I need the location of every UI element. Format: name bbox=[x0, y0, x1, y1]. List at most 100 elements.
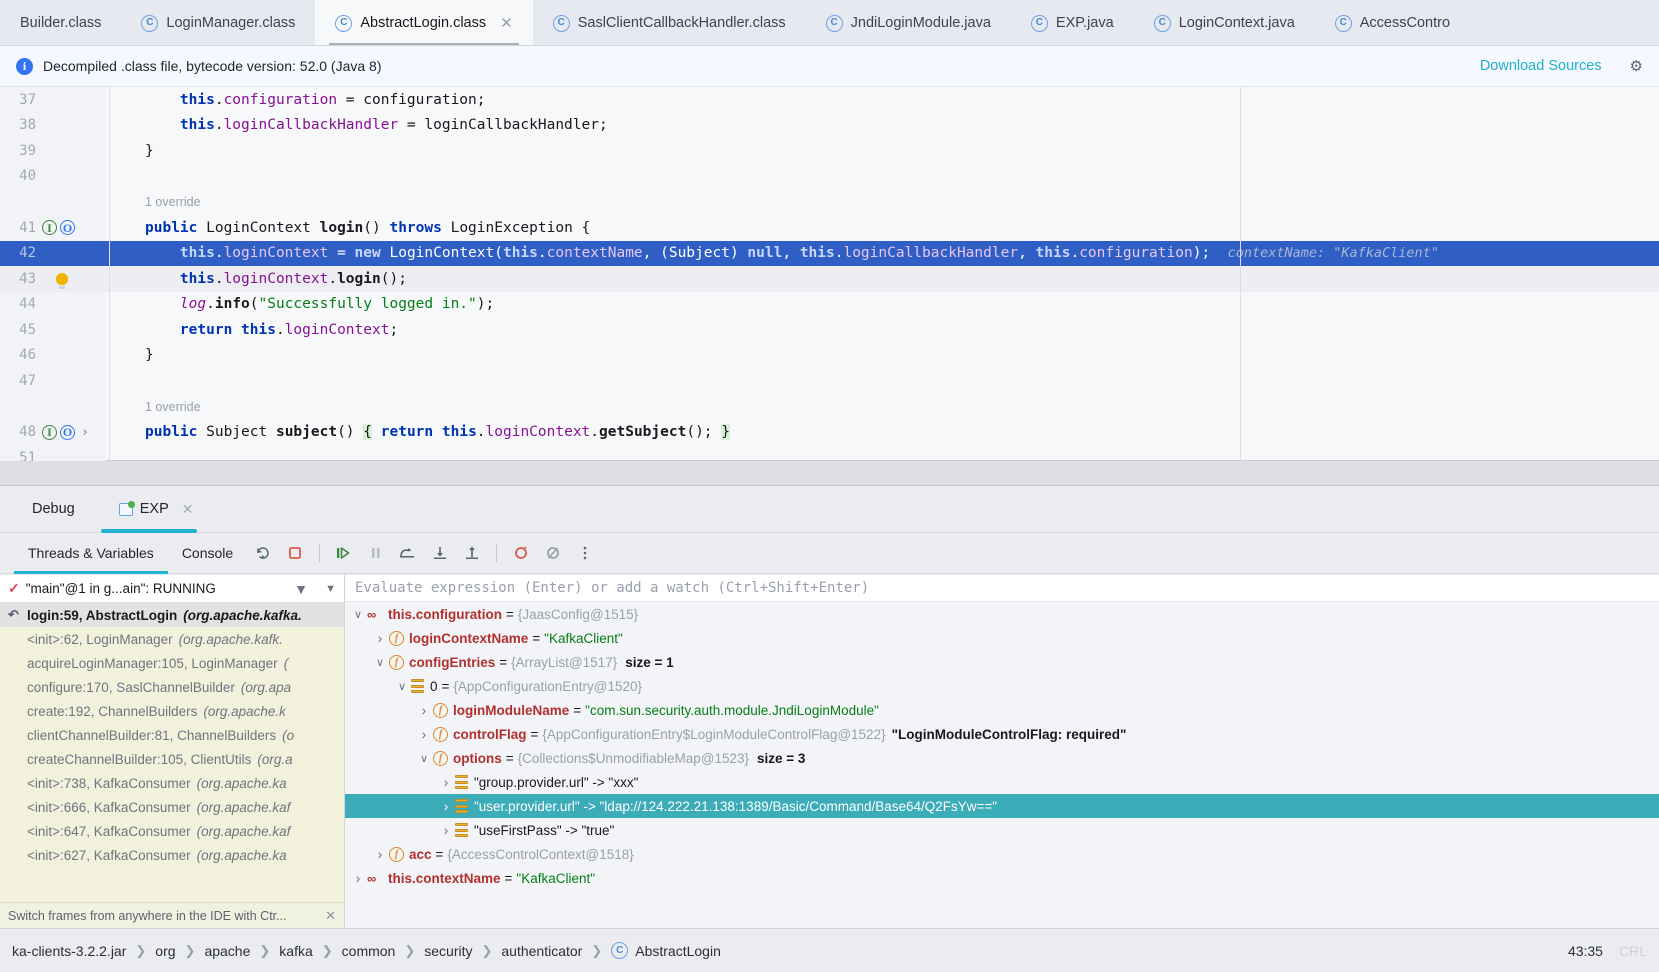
variable-row[interactable]: f loginContextName = "KafkaClient" bbox=[345, 626, 1659, 650]
breadcrumb-item-common[interactable]: common bbox=[342, 943, 396, 959]
frame-row[interactable]: <init>:666, KafkaConsumer (org.apache.ka… bbox=[0, 795, 344, 819]
chevron-right-icon[interactable] bbox=[415, 726, 433, 742]
breadcrumb-item-jar[interactable]: ka-clients-3.2.2.jar bbox=[12, 943, 126, 959]
filter-icon[interactable]: ▼ bbox=[294, 581, 309, 597]
overridden-method-icon[interactable]: O bbox=[60, 220, 75, 236]
code-row[interactable]: 45 return this.loginContext; bbox=[0, 317, 1659, 343]
download-sources-link[interactable]: Download Sources bbox=[1480, 58, 1602, 74]
chevron-down-icon[interactable]: ▼ bbox=[325, 583, 336, 595]
line-separator[interactable]: CRL bbox=[1619, 943, 1647, 959]
implementing-method-icon[interactable]: I bbox=[42, 424, 57, 440]
editor-collapsed-region[interactable] bbox=[0, 461, 1659, 485]
variable-row[interactable]: ∞ this.contextName = "KafkaClient" bbox=[345, 866, 1659, 890]
evaluate-expression-input[interactable]: Evaluate expression (Enter) or add a wat… bbox=[345, 575, 1659, 602]
code-row[interactable]: 48 I O › public Subject subject() { retu… bbox=[0, 420, 1659, 446]
chevron-down-icon[interactable] bbox=[415, 752, 433, 765]
editor-tab-saslclientcallbackhandler[interactable]: C SaslClientCallbackHandler.class bbox=[533, 0, 806, 45]
chevron-right-icon[interactable] bbox=[415, 702, 433, 718]
code-row[interactable]: 44 log.info("Successfully logged in."); bbox=[0, 292, 1659, 318]
editor-tab-exp[interactable]: C EXP.java bbox=[1011, 0, 1134, 45]
editor-tab-abstractlogin[interactable]: C AbstractLogin.class ✕ bbox=[315, 0, 533, 45]
chevron-right-icon[interactable] bbox=[437, 774, 455, 790]
subtab-threads-variables[interactable]: Threads & Variables bbox=[14, 533, 168, 574]
intention-bulb-icon[interactable] bbox=[56, 272, 68, 289]
variable-row[interactable]: "useFirstPass" -> "true" bbox=[345, 818, 1659, 842]
chevron-right-icon[interactable] bbox=[371, 846, 389, 862]
variable-row-selected[interactable]: "user.provider.url" -> "ldap://124.222.2… bbox=[345, 794, 1659, 818]
code-row[interactable]: 47 bbox=[0, 368, 1659, 394]
frame-row[interactable]: <init>:62, LoginManager (org.apache.kafk… bbox=[0, 627, 344, 651]
breadcrumb-item-security[interactable]: security bbox=[424, 943, 472, 959]
variable-row[interactable]: 0 = {AppConfigurationEntry@1520} bbox=[345, 674, 1659, 698]
code-row[interactable]: 43 this.loginContext.login(); bbox=[0, 266, 1659, 292]
mute-breakpoints-icon[interactable] bbox=[506, 538, 536, 568]
breadcrumb-item-authenticator[interactable]: authenticator bbox=[501, 943, 582, 959]
view-breakpoints-icon[interactable] bbox=[538, 538, 568, 568]
expand-chevron-icon[interactable]: › bbox=[81, 425, 89, 440]
more-options-icon[interactable] bbox=[570, 538, 600, 568]
code-row[interactable]: 40 bbox=[0, 164, 1659, 190]
breadcrumb-item-abstractlogin[interactable]: AbstractLogin bbox=[635, 943, 721, 959]
override-inlay-hint[interactable]: 1 override bbox=[106, 400, 1659, 414]
breadcrumb-item-kafka[interactable]: kafka bbox=[279, 943, 312, 959]
debug-tab-debug[interactable]: Debug bbox=[14, 486, 93, 533]
chevron-right-icon[interactable] bbox=[437, 798, 455, 814]
editor-tab-loginmanager[interactable]: C LoginManager.class bbox=[121, 0, 315, 45]
gear-icon[interactable]: ⚙ bbox=[1630, 57, 1643, 75]
caret-position[interactable]: 43:35 bbox=[1568, 943, 1603, 959]
frame-row[interactable]: create:192, ChannelBuilders (org.apache.… bbox=[0, 699, 344, 723]
implementing-method-icon[interactable]: I bbox=[42, 220, 57, 236]
thread-selector[interactable]: ✓ "main"@1 in g...ain": RUNNING ▼ ▼ bbox=[0, 575, 344, 603]
variable-row[interactable]: f controlFlag = {AppConfigurationEntry$L… bbox=[345, 722, 1659, 746]
breadcrumb-item-org[interactable]: org bbox=[155, 943, 175, 959]
override-inlay-hint[interactable]: 1 override bbox=[106, 195, 1659, 209]
overridden-method-icon[interactable]: O bbox=[60, 424, 75, 440]
variable-row[interactable]: f configEntries = {ArrayList@1517} size … bbox=[345, 650, 1659, 674]
variable-row[interactable]: ∞ this.configuration = {JaasConfig@1515} bbox=[345, 602, 1659, 626]
close-icon[interactable]: ✕ bbox=[500, 16, 513, 31]
frame-row[interactable]: acquireLoginManager:105, LoginManager ( bbox=[0, 651, 344, 675]
chevron-right-icon[interactable] bbox=[371, 630, 389, 646]
chevron-right-icon[interactable] bbox=[437, 822, 455, 838]
variable-row[interactable]: f loginModuleName = "com.sun.security.au… bbox=[345, 698, 1659, 722]
debug-tab-exp[interactable]: EXP ✕ bbox=[100, 486, 212, 533]
resume-icon[interactable] bbox=[329, 538, 359, 568]
code-row[interactable]: 39 } bbox=[0, 138, 1659, 164]
variable-row[interactable]: "group.provider.url" -> "xxx" bbox=[345, 770, 1659, 794]
variable-row[interactable]: f acc = {AccessControlContext@1518} bbox=[345, 842, 1659, 866]
editor-tab-logincontext[interactable]: C LoginContext.java bbox=[1134, 0, 1315, 45]
pause-icon[interactable] bbox=[361, 538, 391, 568]
subtab-console[interactable]: Console bbox=[168, 533, 247, 574]
code-row[interactable]: 38 this.loginCallbackHandler = loginCall… bbox=[0, 113, 1659, 139]
frame-row[interactable]: clientChannelBuilder:81, ChannelBuilders… bbox=[0, 723, 344, 747]
frame-row[interactable]: <init>:738, KafkaConsumer (org.apache.ka bbox=[0, 771, 344, 795]
stop-icon[interactable] bbox=[280, 538, 310, 568]
step-over-icon[interactable] bbox=[393, 538, 423, 568]
variables-tree[interactable]: ∞ this.configuration = {JaasConfig@1515}… bbox=[345, 602, 1659, 928]
variable-row[interactable]: f options = {Collections$UnmodifiableMap… bbox=[345, 746, 1659, 770]
chevron-down-icon[interactable] bbox=[393, 680, 411, 693]
frame-row[interactable]: ↶ login:59, AbstractLogin (org.apache.ka… bbox=[0, 603, 344, 627]
step-into-icon[interactable] bbox=[425, 538, 455, 568]
rerun-icon[interactable] bbox=[248, 538, 278, 568]
close-icon[interactable]: ✕ bbox=[182, 501, 194, 518]
editor-tab-accesscontroller[interactable]: C AccessContro bbox=[1315, 0, 1470, 45]
code-row[interactable]: 37 this.configuration = configuration; bbox=[0, 87, 1659, 113]
chevron-down-icon[interactable] bbox=[371, 656, 389, 669]
editor-tab-jndiloginmodule[interactable]: C JndiLoginModule.java bbox=[806, 0, 1011, 45]
code-row-highlighted[interactable]: 42 this.loginContext = new LoginContext(… bbox=[0, 240, 1659, 266]
frame-row[interactable]: <init>:627, KafkaConsumer (org.apache.ka bbox=[0, 843, 344, 867]
close-icon[interactable]: ✕ bbox=[325, 908, 336, 924]
frame-row[interactable]: <init>:647, KafkaConsumer (org.apache.ka… bbox=[0, 819, 344, 843]
frame-row[interactable]: configure:170, SaslChannelBuilder (org.a… bbox=[0, 675, 344, 699]
frames-list[interactable]: ↶ login:59, AbstractLogin (org.apache.ka… bbox=[0, 603, 344, 928]
chevron-right-icon[interactable] bbox=[349, 870, 367, 886]
editor-tab-builder[interactable]: Builder.class bbox=[0, 0, 121, 45]
step-out-icon[interactable] bbox=[457, 538, 487, 568]
frame-row[interactable]: createChannelBuilder:105, ClientUtils (o… bbox=[0, 747, 344, 771]
code-row[interactable]: 41 I O public LoginContext login() throw… bbox=[0, 215, 1659, 241]
chevron-down-icon[interactable] bbox=[349, 608, 367, 621]
code-editor[interactable]: 37 this.configuration = configuration; 3… bbox=[0, 87, 1659, 485]
breadcrumb-item-apache[interactable]: apache bbox=[204, 943, 250, 959]
code-row[interactable]: 46 } bbox=[0, 343, 1659, 369]
